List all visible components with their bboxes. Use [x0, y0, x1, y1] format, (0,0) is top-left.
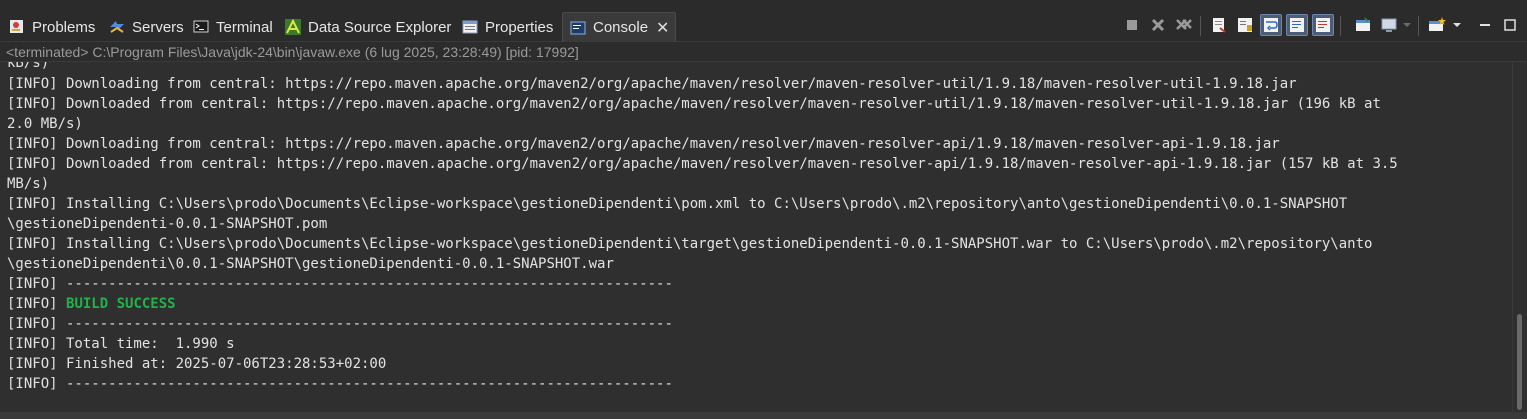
show-on-stderr-icon[interactable] [1312, 14, 1334, 36]
tab-console[interactable]: Console ✕ [562, 12, 677, 42]
console-line: [INFO] ---------------------------------… [7, 276, 673, 292]
terminate-icon[interactable] [1121, 14, 1143, 36]
open-console-icon[interactable] [1426, 14, 1448, 36]
tab-label: Properties [485, 18, 554, 36]
console-line: [INFO] Downloaded from central: https://… [7, 96, 1381, 112]
remove-launch-icon[interactable] [1147, 14, 1169, 36]
display-console-dropdown-icon[interactable] [1400, 14, 1414, 36]
close-icon[interactable]: ✕ [656, 18, 669, 38]
open-console-dropdown-icon[interactable] [1450, 14, 1464, 36]
tab-label: Problems [32, 18, 96, 36]
console-line: MB/s) [7, 176, 50, 192]
tab-label: Servers [132, 18, 184, 36]
remove-all-terminated-icon[interactable] [1173, 14, 1195, 36]
display-selected-console-icon[interactable] [1378, 14, 1400, 36]
minimize-icon[interactable] [1474, 14, 1496, 36]
maximize-icon[interactable] [1499, 14, 1521, 36]
tab-servers[interactable]: Servers [108, 12, 184, 42]
console-line: \gestioneDipendenti\0.0.1-SNAPSHOT\gesti… [7, 256, 614, 272]
properties-icon [461, 18, 479, 36]
console-toolbar [1118, 14, 1527, 38]
view-tab-bar: Problems Servers Terminal Data Source Ex… [0, 0, 1527, 42]
scroll-lock-icon[interactable] [1234, 14, 1256, 36]
word-wrap-icon[interactable] [1260, 14, 1282, 36]
console-line: [INFO] ---------------------------------… [7, 376, 673, 392]
console-line: [INFO] Downloading from central: https:/… [7, 136, 1280, 152]
console-icon [569, 19, 587, 37]
bottom-border [0, 412, 1527, 419]
tab-problems[interactable]: Problems [8, 12, 95, 42]
console-line: [INFO] Total time: 1.990 s [7, 336, 235, 352]
terminal-icon [192, 18, 210, 36]
console-line: [INFO] Installing C:\Users\prodo\Documen… [7, 196, 1348, 212]
console-line: 2.0 MB/s) [7, 116, 83, 132]
console-line: [INFO] Finished at: 2025-07-06T23:28:53+… [7, 356, 387, 372]
tab-label: Data Source Explorer [308, 18, 452, 36]
clear-console-icon[interactable] [1208, 14, 1230, 36]
console-output[interactable]: kB/s) [INFO] Downloading from central: h… [0, 62, 1512, 412]
tab-terminal[interactable]: Terminal [192, 12, 273, 42]
tab-properties[interactable]: Properties [461, 12, 553, 42]
log-prefix: [INFO] [7, 296, 67, 312]
console-line: [INFO] Downloaded from central: https://… [7, 156, 1398, 172]
pin-console-icon[interactable] [1352, 14, 1374, 36]
console-line: kB/s) [7, 62, 50, 71]
show-on-stdout-icon[interactable] [1286, 14, 1308, 36]
console-line: [INFO] Downloading from central: https:/… [7, 76, 1297, 92]
process-status: <terminated> C:\Program Files\Java\jdk-2… [0, 42, 1527, 62]
console-line: [INFO] ---------------------------------… [7, 316, 673, 332]
vertical-scrollbar[interactable] [1512, 62, 1527, 412]
tab-data-source-explorer[interactable]: Data Source Explorer [284, 12, 451, 42]
console-line-build-success: [INFO] BUILD SUCCESS [7, 294, 176, 314]
console-line: \gestioneDipendenti-0.0.1-SNAPSHOT.pom [7, 216, 328, 232]
build-success-text: BUILD SUCCESS [66, 296, 176, 312]
problems-icon [8, 18, 26, 36]
servers-icon [108, 18, 126, 36]
console-line: [INFO] Installing C:\Users\prodo\Documen… [7, 236, 1373, 252]
data-source-icon [284, 18, 302, 36]
tab-label: Terminal [216, 18, 273, 36]
tab-label: Console [593, 19, 649, 36]
scrollbar-thumb[interactable] [1517, 314, 1522, 410]
